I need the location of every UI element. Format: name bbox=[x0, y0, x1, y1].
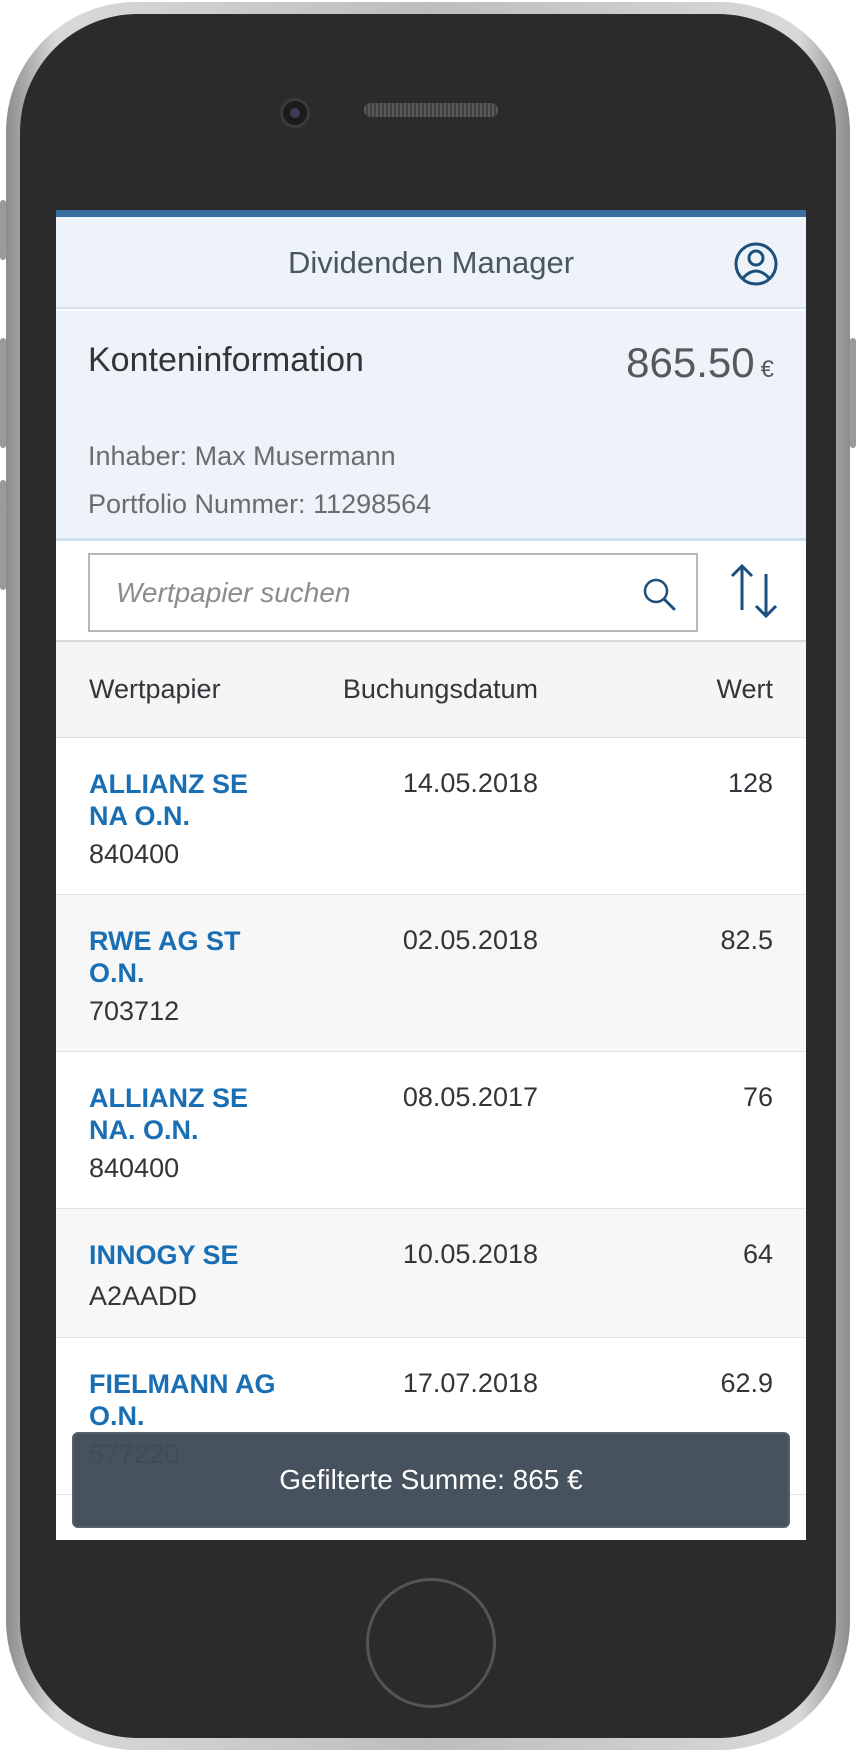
booking-date: 02.05.2018 bbox=[402, 925, 538, 955]
booking-date: 08.05.2017 bbox=[402, 1082, 538, 1112]
dividend-value: 64 bbox=[742, 1239, 773, 1269]
table-row[interactable]: ALLIANZ SE NA. O.N. 840400 08.05.2017 76 bbox=[56, 1052, 806, 1209]
volume-down-button bbox=[0, 480, 6, 590]
dividend-value: 82.5 bbox=[720, 925, 773, 955]
balance-currency: € bbox=[760, 356, 774, 383]
shell-header: Dividenden Manager bbox=[56, 217, 806, 309]
home-button[interactable] bbox=[366, 1578, 496, 1708]
owner-info: Inhaber: Max Musermann bbox=[88, 441, 396, 472]
portfolio-number: 11298564 bbox=[313, 489, 432, 519]
security-name[interactable]: ALLIANZ SE NA O.N. bbox=[89, 768, 289, 832]
table-row[interactable]: ALLIANZ SE NA O.N. 840400 14.05.2018 128 bbox=[56, 738, 806, 895]
booking-date: 14.05.2018 bbox=[402, 768, 538, 798]
security-wkn: 703712 bbox=[89, 996, 180, 1026]
front-camera bbox=[280, 98, 310, 128]
balance-value: 865.50 bbox=[626, 339, 755, 386]
app-title: Dividenden Manager bbox=[287, 245, 575, 280]
column-header-value[interactable]: Wert bbox=[716, 674, 773, 705]
sort-icon bbox=[730, 563, 778, 619]
security-name[interactable]: INNOGY SE bbox=[89, 1239, 289, 1271]
security-name[interactable]: ALLIANZ SE NA. O.N. bbox=[89, 1082, 289, 1146]
portfolio-info: Portfolio Nummer: 11298564 bbox=[88, 489, 431, 520]
search-input[interactable] bbox=[90, 555, 630, 630]
table-row[interactable]: INNOGY SE A2AADD 10.05.2018 64 bbox=[56, 1209, 806, 1338]
silent-switch bbox=[0, 200, 6, 260]
owner-name: Max Musermann bbox=[194, 441, 396, 471]
security-name[interactable]: RWE AG ST O.N. bbox=[89, 925, 289, 989]
user-profile-button[interactable] bbox=[733, 241, 779, 287]
column-header-date[interactable]: Buchungsdatum bbox=[343, 674, 538, 705]
security-wkn: 840400 bbox=[89, 839, 180, 869]
portfolio-label: Portfolio Nummer: bbox=[88, 489, 306, 519]
volume-up-button bbox=[0, 338, 6, 448]
search-toolbar bbox=[56, 544, 806, 642]
account-title: Konteninformation bbox=[88, 341, 364, 379]
accent-bar bbox=[56, 210, 806, 217]
dividend-value: 76 bbox=[742, 1082, 773, 1112]
search-icon[interactable] bbox=[640, 575, 678, 613]
app-screen: Dividenden Manager Konteninformation 865… bbox=[56, 210, 806, 1540]
booking-date: 10.05.2018 bbox=[402, 1239, 538, 1269]
speaker-grille bbox=[364, 103, 498, 117]
dividend-value: 62.9 bbox=[720, 1368, 773, 1398]
table-header: Wertpapier Buchungsdatum Wert bbox=[56, 642, 806, 738]
account-balance: 865.50 € bbox=[626, 339, 774, 387]
power-button bbox=[850, 338, 856, 448]
dividend-value: 128 bbox=[727, 768, 773, 798]
dividend-list: ALLIANZ SE NA O.N. 840400 14.05.2018 128… bbox=[56, 738, 806, 1495]
account-info-panel: Konteninformation 865.50 € Inhaber: Max M… bbox=[56, 311, 806, 541]
security-wkn: 840400 bbox=[89, 1153, 180, 1183]
sort-button[interactable] bbox=[726, 560, 782, 620]
filtered-sum-toast: Gefilterte Summe: 865 € bbox=[72, 1432, 790, 1528]
owner-label: Inhaber: bbox=[88, 441, 188, 471]
table-row[interactable]: RWE AG ST O.N. 703712 02.05.2018 82.5 bbox=[56, 895, 806, 1052]
security-name[interactable]: FIELMANN AG O.N. bbox=[89, 1368, 289, 1432]
user-circle-icon bbox=[734, 242, 778, 286]
column-header-security[interactable]: Wertpapier bbox=[89, 674, 221, 705]
booking-date: 17.07.2018 bbox=[402, 1368, 538, 1398]
search-field[interactable] bbox=[88, 553, 698, 632]
security-wkn: A2AADD bbox=[89, 1281, 198, 1311]
